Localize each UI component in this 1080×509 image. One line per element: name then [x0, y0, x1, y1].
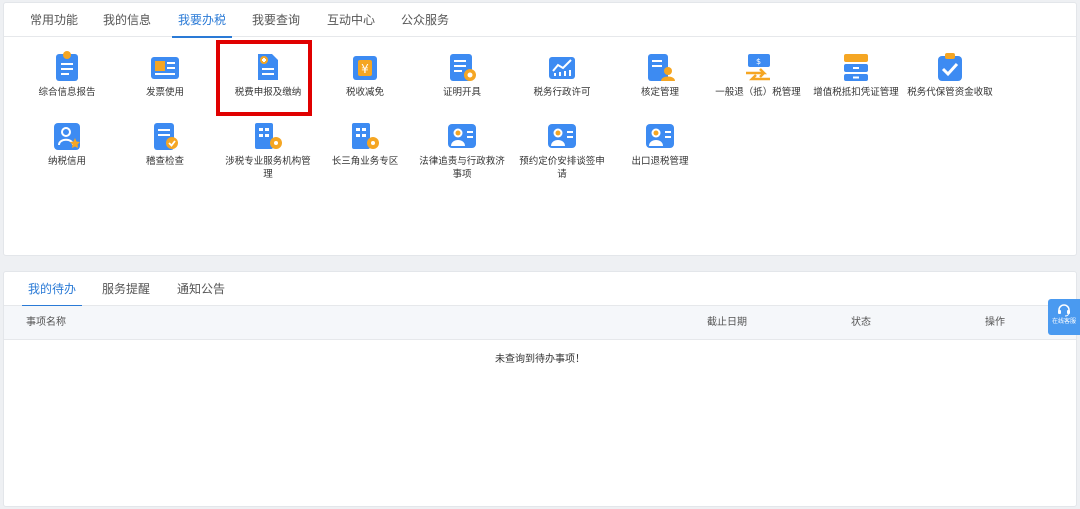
tab-public-service[interactable]: 公众服务: [401, 3, 449, 37]
column-item-name: 事项名称: [26, 317, 66, 328]
tile-label: 涉税专业服务机构管理: [225, 156, 311, 180]
tile-agency-management[interactable]: 涉税专业服务机构管理: [220, 120, 316, 188]
tile-tax-credit[interactable]: 纳税信用: [19, 120, 115, 188]
legal-remedy-icon: [448, 124, 476, 148]
tile-label: 税务行政许可: [533, 87, 591, 98]
table-header: 事项名称 截止日期 状态 操作: [4, 306, 1076, 340]
tile-pricing-arrangement[interactable]: 预约定价安排谈签申请: [514, 120, 610, 188]
tax-credit-icon: [54, 123, 80, 150]
tile-inspection[interactable]: 稽查检查: [117, 120, 213, 188]
tile-tax-declaration[interactable]: 税费申报及缴纳: [220, 51, 316, 119]
tab-interaction-center[interactable]: 互动中心: [327, 3, 375, 37]
tile-label: 出口退税管理: [631, 156, 689, 167]
tab-service-reminder[interactable]: 服务提醒: [102, 272, 150, 306]
agency-management-icon: [255, 123, 282, 149]
pricing-arrangement-icon: [548, 124, 576, 148]
tab-my-info[interactable]: 我的信息: [103, 3, 151, 37]
tile-label: 预约定价安排谈签申请: [519, 156, 605, 180]
empty-message: 未查询到待办事项！: [495, 354, 585, 365]
todo-panel: 我的待办 服务提醒 通知公告 事项名称 截止日期 状态 操作 未查询到待办事项！: [3, 271, 1077, 507]
tile-label: 增值税抵扣凭证管理: [813, 87, 899, 98]
column-deadline: 截止日期: [707, 317, 747, 328]
tile-assessment[interactable]: 核定管理: [612, 51, 708, 119]
tile-general-refund[interactable]: $ 一般退（抵）税管理: [710, 51, 806, 119]
tile-certificate[interactable]: 证明开具: [414, 51, 510, 119]
headset-icon: [1058, 304, 1070, 317]
tile-tax-relief[interactable]: ¥ 税收减免: [317, 51, 413, 119]
report-icon: [56, 51, 78, 81]
tile-label: 法律追责与行政救济事项: [419, 156, 505, 180]
tab-common-functions[interactable]: 常用功能: [30, 3, 78, 37]
tile-label: 税收减免: [345, 87, 384, 98]
tab-my-todo[interactable]: 我的待办: [21, 272, 83, 307]
tab-tax-handling[interactable]: 我要办税: [171, 3, 233, 38]
tile-label: 证明开具: [442, 87, 481, 98]
online-service-label: 在线客服: [1051, 318, 1076, 325]
tile-vat-deduction[interactable]: 增值税抵扣凭证管理: [808, 51, 904, 119]
yangtze-delta-icon: [352, 123, 379, 149]
tile-comprehensive-report[interactable]: 综合信息报告: [19, 51, 115, 119]
svg-text:¥: ¥: [361, 62, 369, 76]
export-refund-icon: [646, 124, 674, 148]
column-status: 状态: [851, 317, 871, 328]
certificate-icon: [450, 54, 476, 81]
custody-fund-icon: [938, 53, 962, 81]
main-tabbar: 常用功能 我的信息 我要办税 我要查询 互动中心 公众服务: [4, 3, 1076, 38]
tile-label: 一般退（抵）税管理: [715, 87, 801, 98]
tile-label: 综合信息报告: [38, 87, 96, 98]
todo-tabbar: 我的待办 服务提醒 通知公告: [4, 272, 1076, 307]
inspection-icon: [154, 123, 178, 150]
tab-query[interactable]: 我要查询: [252, 3, 300, 37]
tab-notices[interactable]: 通知公告: [177, 272, 225, 306]
admin-license-icon: [549, 57, 575, 79]
column-actions: 操作: [985, 317, 1005, 328]
tile-export-refund[interactable]: 出口退税管理: [612, 120, 708, 188]
tile-label: 纳税信用: [47, 156, 86, 167]
tile-admin-license[interactable]: 税务行政许可: [514, 51, 610, 119]
tax-relief-icon: ¥: [353, 56, 377, 80]
vat-deduction-icon: [844, 54, 868, 81]
service-panel: 常用功能 我的信息 我要办税 我要查询 互动中心 公众服务 综合信息报告 发票使…: [3, 2, 1077, 256]
assessment-icon: [648, 54, 675, 81]
invoice-icon: [151, 57, 179, 79]
tile-custody-fund[interactable]: 税务代保管资金收取: [902, 51, 998, 119]
online-service-button[interactable]: 在线客服: [1048, 299, 1080, 335]
tile-label: 发票使用: [145, 87, 184, 98]
tax-declaration-icon: [258, 54, 278, 80]
tile-label: 税费申报及缴纳: [234, 87, 302, 98]
tile-yangtze-delta[interactable]: 长三角业务专区: [317, 120, 413, 188]
tile-label: 稽查检查: [145, 156, 184, 167]
tile-legal-remedy[interactable]: 法律追责与行政救济事项: [414, 120, 510, 188]
tile-label: 长三角业务专区: [331, 156, 399, 167]
tile-invoice-use[interactable]: 发票使用: [117, 51, 213, 119]
tile-label: 核定管理: [640, 87, 679, 98]
tile-label: 税务代保管资金收取: [907, 87, 993, 98]
svg-text:$: $: [756, 57, 761, 66]
refund-icon: $: [746, 54, 770, 81]
